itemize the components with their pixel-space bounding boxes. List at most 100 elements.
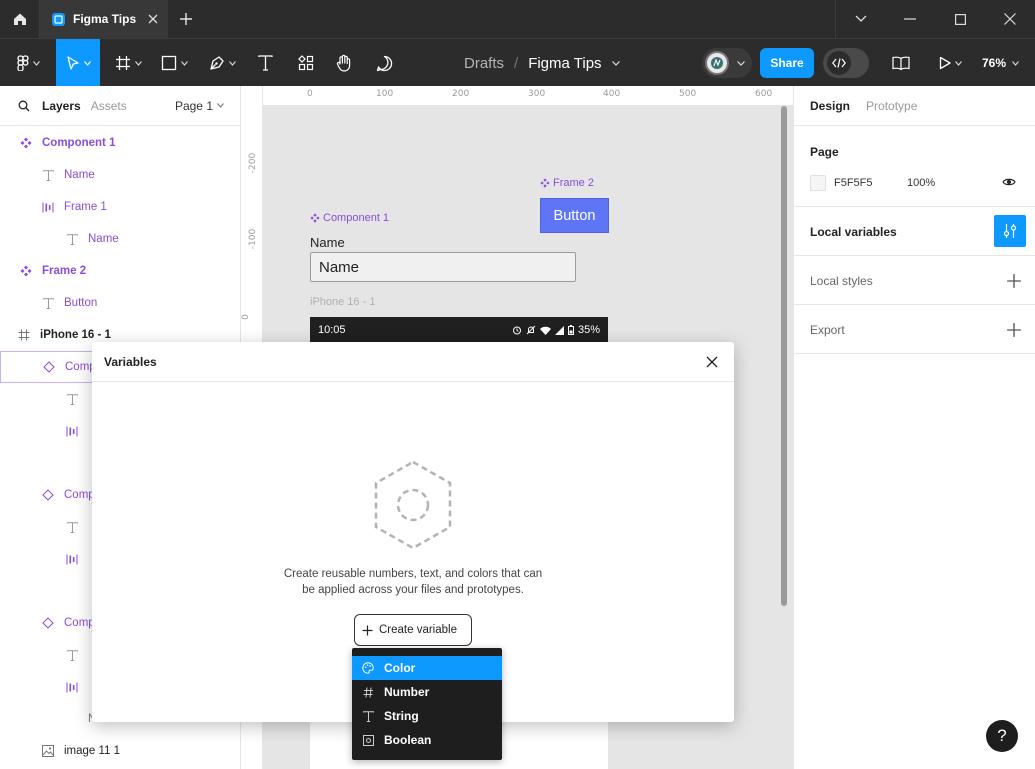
properties-panel: Design Prototype Page F5F5F5 100% Local … xyxy=(793,86,1035,769)
avatar xyxy=(705,51,729,75)
tab-prototype[interactable]: Prototype xyxy=(866,99,917,113)
variable-type-menu: Color Number String Boolean xyxy=(352,648,502,760)
file-name[interactable]: Figma Tips xyxy=(528,55,601,72)
user-avatar-menu[interactable] xyxy=(702,48,752,78)
component-1-label[interactable]: Component 1 xyxy=(310,212,389,224)
close-window-button[interactable] xyxy=(985,0,1035,38)
layer-label: Frame 2 xyxy=(42,265,87,277)
phone-battery-percent: 35% xyxy=(577,324,600,336)
layer-item[interactable]: Name xyxy=(0,223,240,255)
layer-item[interactable]: Name xyxy=(0,159,240,191)
component-icon xyxy=(540,178,550,188)
hand-tool-button[interactable] xyxy=(328,39,360,87)
component-icon xyxy=(18,263,34,279)
name-input[interactable]: Name xyxy=(310,252,576,282)
zoom-level: 76% xyxy=(982,56,1007,70)
library-button[interactable] xyxy=(884,39,918,87)
page-color-hex[interactable]: F5F5F5 xyxy=(834,177,873,189)
share-button[interactable]: Share xyxy=(760,48,814,78)
ruler-x-label: 600 xyxy=(755,89,773,99)
frame-icon xyxy=(16,327,32,343)
page-color-opacity[interactable]: 100% xyxy=(907,177,935,189)
move-tool-button[interactable] xyxy=(56,39,100,87)
help-button[interactable]: ? xyxy=(986,720,1018,752)
main-menu-button[interactable] xyxy=(8,39,48,87)
search-icon[interactable] xyxy=(18,100,30,112)
menu-item-label: Boolean xyxy=(384,733,432,747)
local-styles-section: Local styles xyxy=(794,256,1035,305)
close-icon[interactable] xyxy=(702,352,722,372)
horizontal-ruler: 0 100 200 300 400 500 600 xyxy=(241,86,793,106)
maximize-button[interactable] xyxy=(935,0,985,38)
plus-icon xyxy=(180,13,192,25)
chevron-down-icon[interactable] xyxy=(611,60,620,66)
component-button[interactable]: Button xyxy=(540,198,609,233)
close-icon xyxy=(1004,13,1016,25)
variables-empty-hexagon-icon xyxy=(374,460,452,550)
close-tab-icon[interactable] xyxy=(148,14,158,24)
menu-item-boolean[interactable]: Boolean xyxy=(352,728,502,752)
zoom-control[interactable]: 76% xyxy=(982,39,1019,87)
breadcrumb-drafts[interactable]: Drafts xyxy=(464,55,504,72)
menu-item-number[interactable]: Number xyxy=(352,680,502,704)
home-button[interactable] xyxy=(0,0,40,38)
layer-item[interactable]: Comp xyxy=(0,351,100,383)
present-button[interactable] xyxy=(932,39,968,87)
canvas-scrollbar[interactable] xyxy=(781,106,787,606)
plus-icon[interactable] xyxy=(1006,322,1022,338)
file-tab[interactable]: Figma Tips xyxy=(40,0,168,38)
mute-icon xyxy=(526,325,536,335)
frame-tool-button[interactable] xyxy=(108,39,148,87)
page-section: Page F5F5F5 100% xyxy=(794,127,1035,207)
layer-item[interactable]: Frame 2 xyxy=(0,255,240,287)
resources-icon xyxy=(298,55,314,71)
comment-tool-button[interactable] xyxy=(368,39,400,87)
breadcrumb-separator: / xyxy=(514,54,519,72)
text-icon xyxy=(64,647,80,663)
tabs-dropdown-button[interactable] xyxy=(835,0,885,38)
text-icon xyxy=(64,519,80,535)
page-select[interactable]: Page 1 xyxy=(175,99,224,113)
book-icon xyxy=(892,56,910,70)
ruler-x-label: 300 xyxy=(528,89,546,99)
tab-layers[interactable]: Layers xyxy=(42,99,81,113)
menu-item-color[interactable]: Color xyxy=(352,656,502,680)
pen-tool-button[interactable] xyxy=(202,39,242,87)
frame-2-label[interactable]: Frame 2 xyxy=(540,177,594,189)
figma-logo-icon xyxy=(16,55,29,71)
layer-label: Comp xyxy=(64,617,95,629)
minimize-icon xyxy=(904,18,916,20)
text-icon xyxy=(257,55,273,71)
new-tab-button[interactable] xyxy=(168,0,204,38)
variables-modal-title: Variables xyxy=(92,342,734,382)
layer-item[interactable]: Button xyxy=(0,287,240,319)
chevron-down-icon xyxy=(83,60,91,66)
tab-design[interactable]: Design xyxy=(810,99,850,113)
text-icon xyxy=(64,391,80,407)
layer-label: Name xyxy=(88,233,119,245)
breadcrumb: Drafts / Figma Tips xyxy=(464,39,620,87)
open-variables-button[interactable] xyxy=(994,215,1026,247)
page-color-swatch[interactable] xyxy=(810,175,826,191)
chevron-down-icon xyxy=(855,15,866,22)
dev-mode-toggle[interactable] xyxy=(823,48,869,78)
ruler-x-label: 500 xyxy=(679,89,697,99)
menu-item-string[interactable]: String xyxy=(352,704,502,728)
tab-assets[interactable]: Assets xyxy=(91,99,127,113)
shape-tool-button[interactable] xyxy=(154,39,194,87)
create-variable-button[interactable]: Create variable xyxy=(354,614,472,646)
layer-item[interactable]: Component 1 xyxy=(0,127,240,159)
chevron-down-icon xyxy=(134,60,142,66)
phone-frame-label[interactable]: iPhone 16 - 1 xyxy=(310,296,375,308)
layer-item[interactable]: Frame 1 xyxy=(0,191,240,223)
layer-item[interactable]: image 11 1 xyxy=(0,735,240,767)
minimize-button[interactable] xyxy=(885,0,935,38)
eye-icon[interactable] xyxy=(1002,177,1016,187)
text-tool-button[interactable] xyxy=(250,39,280,87)
alarm-icon xyxy=(512,326,521,335)
autolayout-icon xyxy=(64,679,80,695)
plus-icon xyxy=(362,625,373,635)
instance-icon xyxy=(40,487,56,503)
plus-icon[interactable] xyxy=(1006,273,1022,289)
resources-tool-button[interactable] xyxy=(290,39,322,87)
